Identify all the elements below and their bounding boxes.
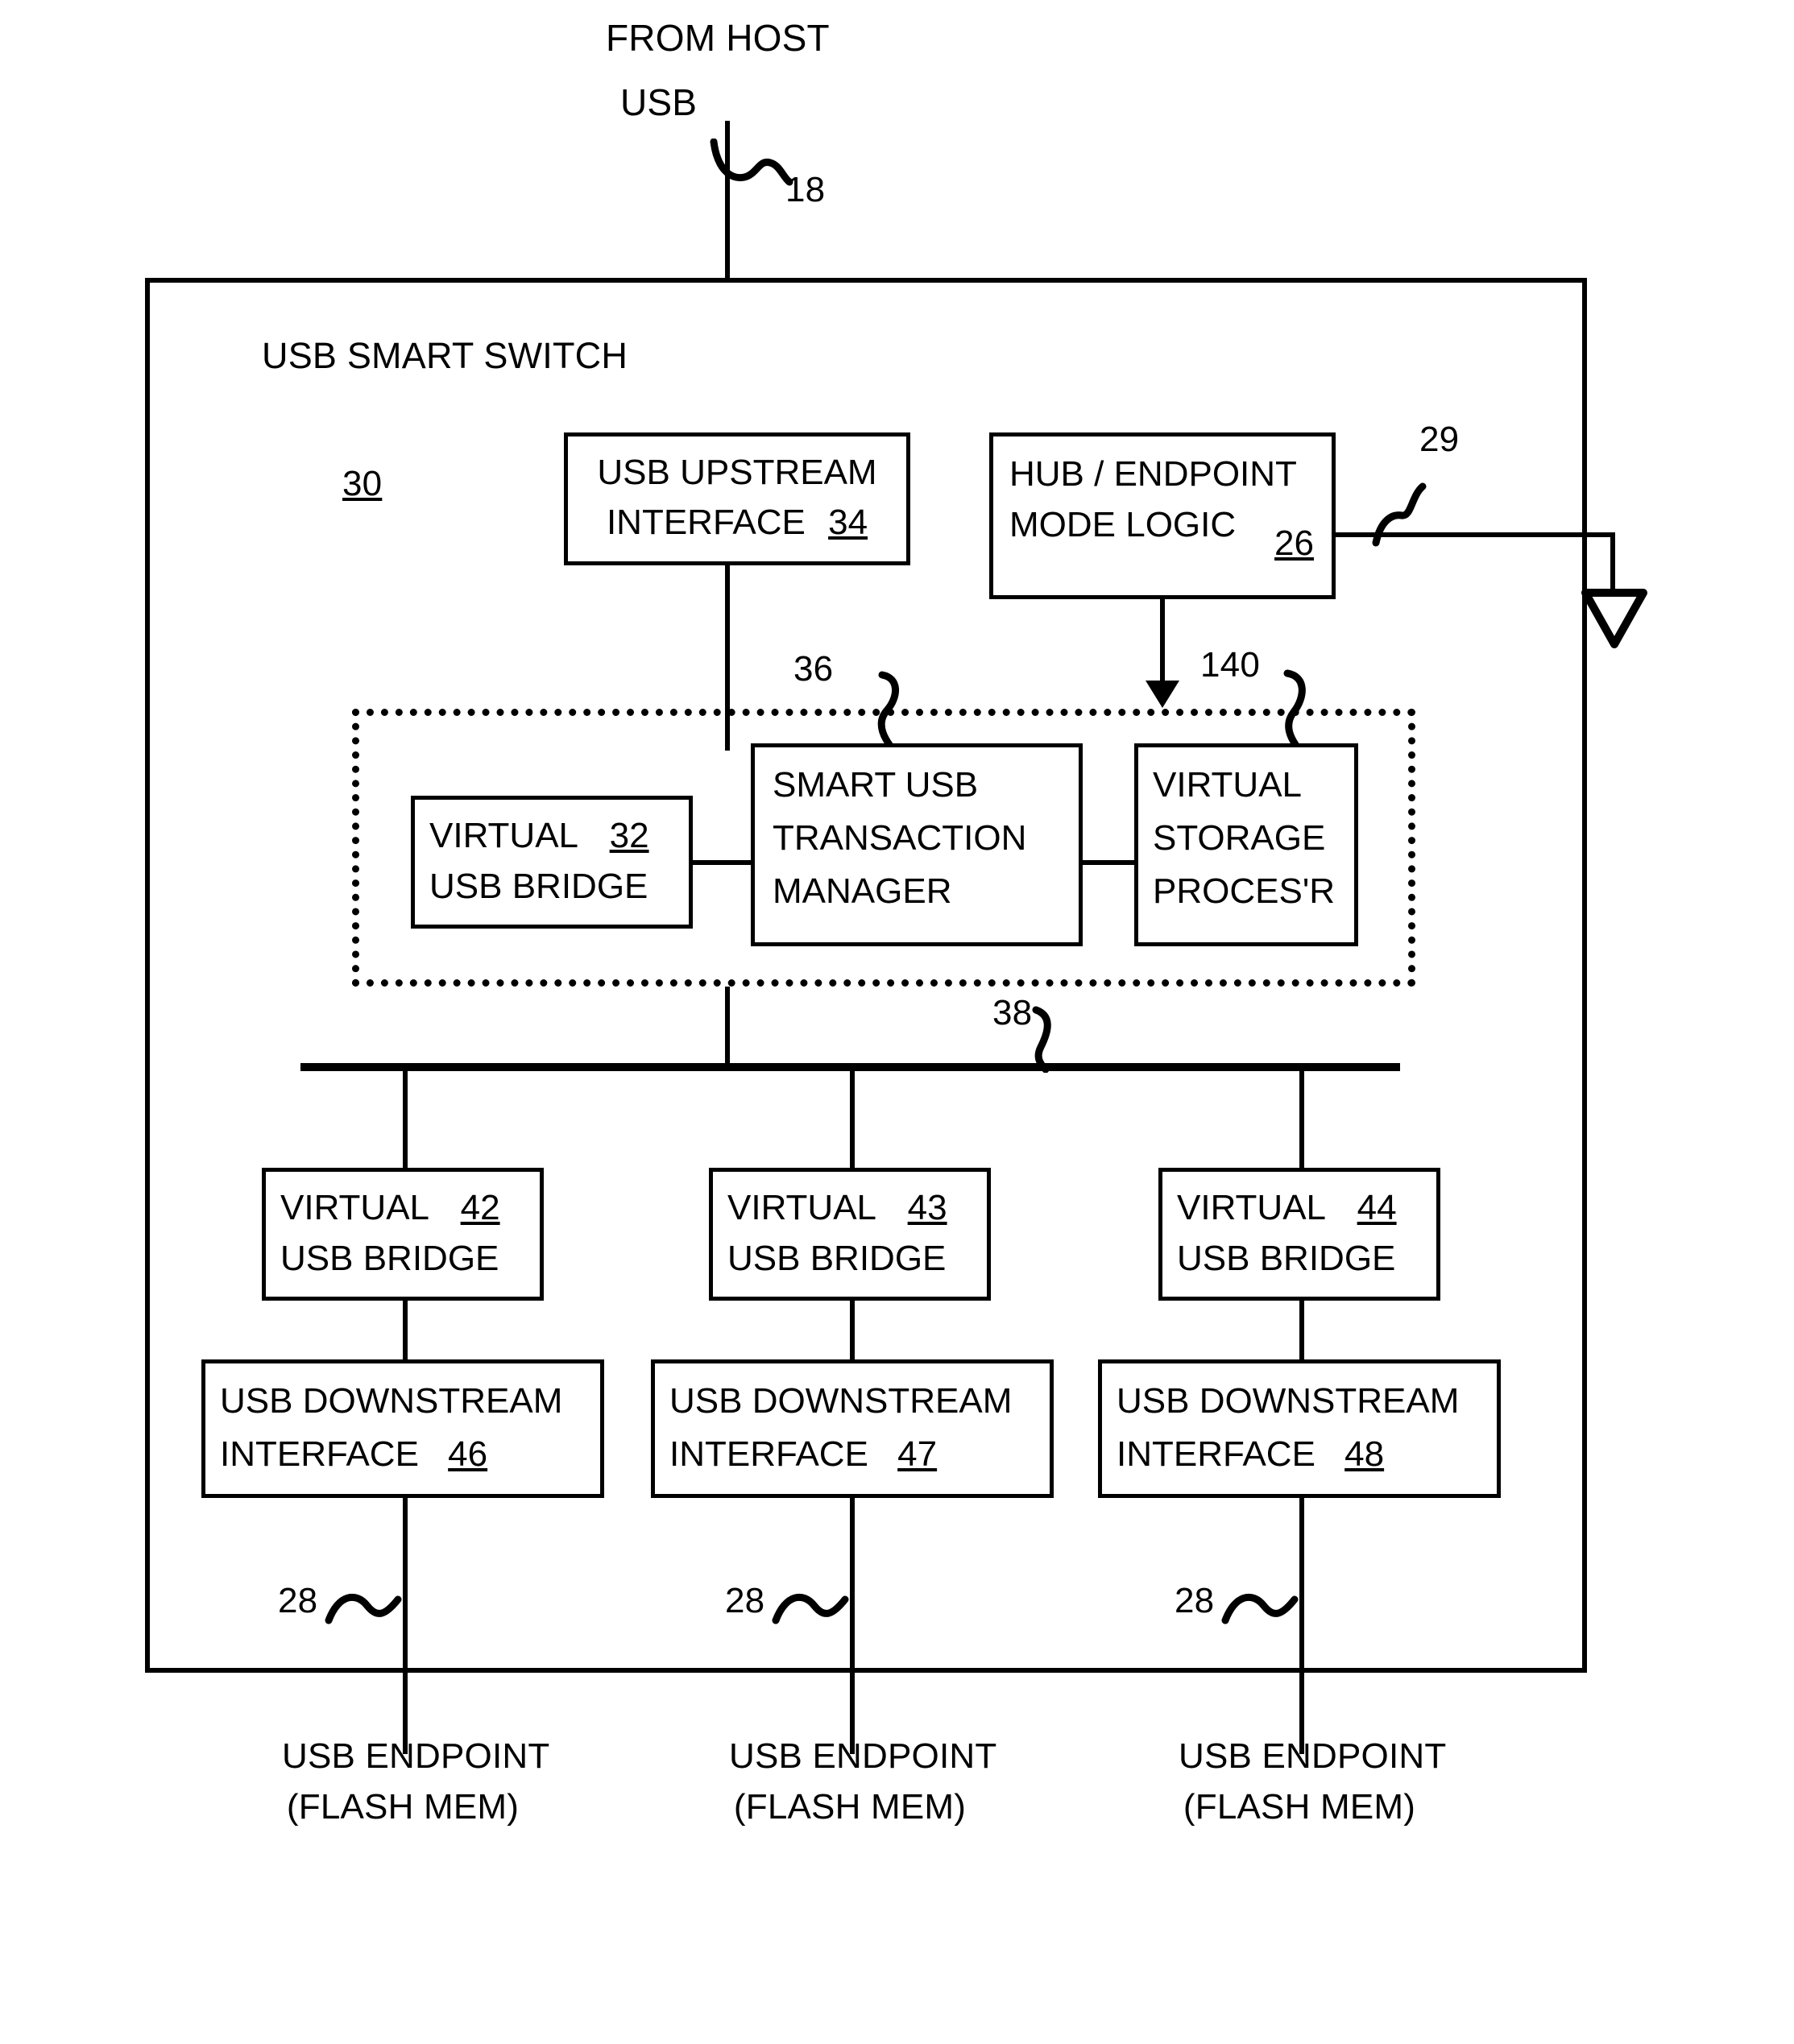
col0-bridge-ref: 42: [460, 1188, 500, 1227]
col1-bridge-ref: 43: [907, 1188, 947, 1227]
col2-downstream-ref: 48: [1344, 1434, 1385, 1474]
usb-downstream-interface-46-box[interactable]: USB DOWNSTREAM INTERFACE 46: [201, 1359, 604, 1498]
usb-upstream-interface-box[interactable]: USB UPSTREAM INTERFACE 34: [564, 432, 910, 565]
upstream-line2: INTERFACE: [606, 503, 806, 542]
group-to-bus-line: [725, 987, 730, 1067]
upstream-line1: USB UPSTREAM: [597, 453, 877, 492]
storage-line1: VIRTUAL: [1153, 765, 1303, 805]
output-terminator-triangle-icon: [1581, 589, 1647, 648]
ref-29: 29: [1419, 420, 1460, 459]
mode-logic-line1: HUB / ENDPOINT: [1009, 454, 1297, 494]
leader-squiggle-28-col1: [772, 1594, 849, 1624]
bridge42-to-downstream46-line: [403, 1299, 408, 1363]
virtual-usb-bridge-43-box[interactable]: VIRTUAL 43 USB BRIDGE: [709, 1168, 991, 1301]
virtual-usb-bridge-32-box[interactable]: VIRTUAL 32 USB BRIDGE: [411, 796, 693, 929]
col2-endpoint-line2: (FLASH MEM): [1183, 1787, 1416, 1827]
manager-line3: MANAGER: [773, 871, 952, 911]
col0-bridge-line2: USB BRIDGE: [280, 1239, 499, 1278]
bridge32-line2: USB BRIDGE: [429, 867, 648, 906]
col2-bridge-line1: VIRTUAL: [1177, 1188, 1325, 1227]
from-host-label: FROM HOST: [606, 17, 830, 59]
ref-38: 38: [992, 993, 1033, 1032]
col2-bridge-ref: 44: [1357, 1188, 1397, 1227]
chip-title: USB SMART SWITCH: [262, 335, 628, 376]
ref-30: 30: [342, 464, 383, 503]
ref-140: 140: [1200, 645, 1261, 685]
usb-downstream-interface-48-box[interactable]: USB DOWNSTREAM INTERFACE 48: [1098, 1359, 1501, 1498]
bus-to-bridge44-line: [1299, 1067, 1304, 1172]
manager-line2: TRANSACTION: [773, 818, 1027, 858]
col0-downstream-ref: 46: [448, 1434, 488, 1474]
leader-squiggle-28-col0: [325, 1594, 402, 1624]
col1-endpoint-line2: (FLASH MEM): [733, 1787, 967, 1827]
col1-bridge-line1: VIRTUAL: [727, 1188, 876, 1227]
manager-line1: SMART USB: [773, 765, 979, 805]
virtual-storage-processor-box[interactable]: VIRTUAL STORAGE PROCES'R: [1134, 743, 1358, 946]
hub-endpoint-mode-logic-box[interactable]: HUB / ENDPOINT MODE LOGIC 26: [989, 432, 1336, 599]
col1-downstream-line2: INTERFACE: [669, 1434, 868, 1474]
bridge32-line1: VIRTUAL: [429, 816, 578, 855]
bridge44-to-downstream48-line: [1299, 1299, 1304, 1363]
ref-36: 36: [793, 649, 834, 689]
mode-logic-to-storage-arrowhead-icon: [1146, 681, 1179, 708]
usb-label: USB: [620, 81, 698, 123]
col1-downstream-ref: 47: [897, 1434, 938, 1474]
ref-28-col2: 28: [1175, 1581, 1215, 1620]
leader-squiggle-29: [1372, 482, 1427, 547]
smart-usb-transaction-manager-box[interactable]: SMART USB TRANSACTION MANAGER: [751, 743, 1083, 946]
col2-endpoint-line1: USB ENDPOINT: [1179, 1736, 1447, 1776]
virtual-usb-bridge-44-box[interactable]: VIRTUAL 44 USB BRIDGE: [1158, 1168, 1440, 1301]
mode-logic-ref: 26: [1274, 523, 1314, 563]
ref-28-col1: 28: [725, 1581, 765, 1620]
ref-28-col0: 28: [278, 1581, 318, 1620]
bridge43-to-downstream47-line: [850, 1299, 855, 1363]
col1-bridge-line2: USB BRIDGE: [727, 1239, 947, 1278]
col0-bridge-line1: VIRTUAL: [280, 1188, 429, 1227]
leader-squiggle-28-col2: [1221, 1594, 1299, 1624]
patent-figure-canvas: FROM HOST USB 18 USB SMART SWITCH 30 USB…: [0, 0, 1794, 2044]
storage-line2: STORAGE: [1153, 818, 1326, 858]
virtual-usb-bridge-42-box[interactable]: VIRTUAL 42 USB BRIDGE: [262, 1168, 544, 1301]
usb-downstream-interface-47-box[interactable]: USB DOWNSTREAM INTERFACE 47: [651, 1359, 1054, 1498]
col2-downstream-line2: INTERFACE: [1117, 1434, 1315, 1474]
col0-endpoint-line1: USB ENDPOINT: [282, 1736, 550, 1776]
bus-to-bridge43-line: [850, 1067, 855, 1172]
bridge32-ref: 32: [609, 816, 649, 855]
manager-to-storage-line: [1081, 860, 1137, 865]
bus-to-bridge42-line: [403, 1067, 408, 1172]
col0-downstream-line1: USB DOWNSTREAM: [220, 1381, 563, 1421]
upstream-ref: 34: [828, 503, 868, 542]
col2-bridge-line2: USB BRIDGE: [1177, 1239, 1396, 1278]
storage-line3: PROCES'R: [1153, 871, 1335, 911]
col0-endpoint-line2: (FLASH MEM): [286, 1787, 520, 1827]
ref-18: 18: [785, 170, 826, 209]
bridge32-to-manager-line: [691, 860, 754, 865]
col2-downstream-line1: USB DOWNSTREAM: [1117, 1381, 1460, 1421]
col0-downstream-line2: INTERFACE: [220, 1434, 419, 1474]
col1-downstream-line1: USB DOWNSTREAM: [669, 1381, 1013, 1421]
col1-endpoint-line1: USB ENDPOINT: [729, 1736, 997, 1776]
